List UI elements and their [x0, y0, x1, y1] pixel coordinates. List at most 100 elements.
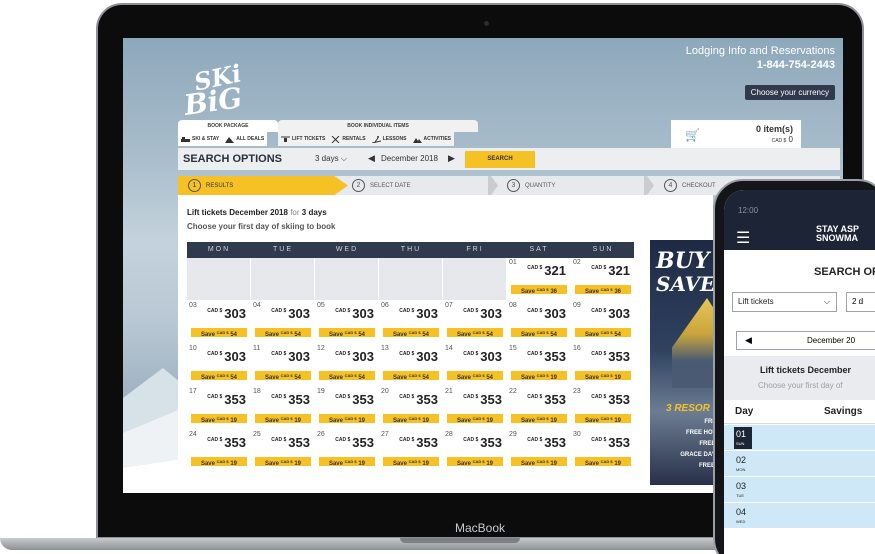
savings-badge: Save CAD $ 19	[511, 414, 567, 424]
days-value: 3 days	[315, 154, 339, 163]
hamburger-menu-icon[interactable]: ☰	[736, 228, 750, 248]
tab-all-deals[interactable]: ALL DEALS	[222, 132, 268, 146]
tab-lift-tickets[interactable]: LIFT TICKETS	[278, 132, 329, 146]
calendar-day-cell[interactable]: 28 CAD $353 Save CAD $ 19	[443, 430, 507, 473]
day-price: CAD $353	[591, 392, 630, 407]
tab-rentals[interactable]: RENTALS	[328, 132, 369, 146]
calendar-day-cell[interactable]: 24 CAD $353 Save CAD $ 19	[187, 430, 251, 473]
search-button[interactable]: SEARCH	[465, 151, 535, 168]
price-currency: CAD $	[335, 437, 351, 443]
save-amount: 54	[614, 332, 622, 338]
cart-amount: 0	[788, 135, 793, 144]
calendar-day-cell[interactable]: 21 CAD $353 Save CAD $ 19	[443, 387, 507, 430]
save-currency: CAD $	[600, 330, 613, 335]
next-month-arrow[interactable]: ▶	[448, 153, 455, 164]
save-currency: CAD $	[600, 373, 613, 378]
calendar-day-cell[interactable]: 02 CAD $321 Save CAD $ 36	[571, 258, 635, 301]
save-label: Save	[264, 461, 279, 467]
price-currency: CAD $	[335, 351, 351, 357]
calendar-day-cell[interactable]: 18 CAD $353 Save CAD $ 19	[251, 387, 315, 430]
calendar-day-cell[interactable]: 19 CAD $353 Save CAD $ 19	[315, 387, 379, 430]
tab-activities[interactable]: ACTIVITIES	[409, 132, 455, 146]
calendar-day-cell[interactable]: 14 CAD $303 Save CAD $ 54	[443, 344, 507, 387]
phone-number[interactable]: 1-844-754-2443	[686, 58, 835, 72]
calendar-day-cell[interactable]: 04 CAD $303 Save CAD $ 54	[251, 301, 315, 344]
calendar-day-cell[interactable]: 08 CAD $303 Save CAD $ 54	[507, 301, 571, 344]
save-label: Save	[200, 418, 215, 424]
day-price: CAD $353	[463, 435, 502, 450]
save-currency: CAD $	[344, 330, 357, 335]
weekday-label: MON	[207, 246, 231, 253]
phone-day-row[interactable]: 03 TUE	[724, 477, 875, 503]
lodging-info[interactable]: Lodging Info and Reservations 1-844-754-…	[686, 44, 835, 72]
day-number: 29	[509, 431, 517, 438]
price-currency: CAD $	[207, 308, 223, 314]
calendar-day-cell[interactable]: 15 CAD $353 Save CAD $ 19	[507, 344, 571, 387]
calendar-day-cell[interactable]: 20 CAD $353 Save CAD $ 19	[379, 387, 443, 430]
calendar-day-cell[interactable]: 27 CAD $353 Save CAD $ 19	[379, 430, 443, 473]
phone-brand-logo[interactable]: STAY ASP SNOWMA	[816, 225, 859, 243]
save-label: Save	[200, 375, 215, 381]
save-currency: CAD $	[600, 416, 613, 421]
calendar-day-cell[interactable]: 16 CAD $353 Save CAD $ 19	[571, 344, 635, 387]
phone-day-row[interactable]: 04 WED	[724, 503, 875, 529]
calendar-day-cell[interactable]: 06 CAD $303 Save CAD $ 54	[379, 301, 443, 344]
day-number: 03	[189, 302, 197, 309]
savings-badge: Save CAD $ 19	[447, 414, 503, 424]
calendar-day-cell[interactable]: 11 CAD $303 Save CAD $ 54	[251, 344, 315, 387]
savings-badge: Save CAD $ 54	[191, 328, 247, 338]
tab-label: ACTIVITIES	[423, 136, 452, 142]
product-select[interactable]: Lift tickets ⌵	[732, 292, 837, 312]
calendar-day-cell[interactable]: 05 CAD $303 Save CAD $ 54	[315, 301, 379, 344]
chevron-down-icon: ⌵	[823, 297, 830, 306]
calendar-day-cell[interactable]: 12 CAD $303 Save CAD $ 54	[315, 344, 379, 387]
day-price: CAD $353	[591, 435, 630, 450]
calendar-day-cell[interactable]: 30 CAD $353 Save CAD $ 19	[571, 430, 635, 473]
save-amount: 36	[550, 289, 558, 295]
day-price: CAD $303	[399, 306, 438, 321]
calendar-day-cell[interactable]: 13 CAD $303 Save CAD $ 54	[379, 344, 443, 387]
day-price: CAD $303	[207, 349, 246, 364]
save-currency: CAD $	[216, 373, 229, 378]
calendar-day-cell[interactable]: 17 CAD $353 Save CAD $ 19	[187, 387, 251, 430]
save-currency: CAD $	[536, 330, 549, 335]
currency-button[interactable]: Choose your currency	[744, 85, 835, 100]
save-label: Save	[456, 418, 471, 424]
calendar-day-cell[interactable]: 23 CAD $353 Save CAD $ 19	[571, 387, 635, 430]
cart-summary[interactable]: 🛒 0 item(s) CAD $ 0	[671, 120, 801, 148]
price-amount: 353	[544, 435, 566, 450]
day-number: 19	[317, 388, 325, 395]
calendar-day-cell[interactable]: 22 CAD $353 Save CAD $ 19	[507, 387, 571, 430]
ski-big-logo[interactable]: SKi BiG	[178, 58, 258, 123]
save-label: Save	[584, 289, 599, 295]
calendar-day-cell[interactable]: 25 CAD $353 Save CAD $ 19	[251, 430, 315, 473]
calendar-day-cell[interactable]: 26 CAD $353 Save CAD $ 19	[315, 430, 379, 473]
price-currency: CAD $	[399, 394, 415, 400]
day-price: CAD $353	[527, 349, 566, 364]
prev-month-arrow[interactable]: ◀	[745, 332, 752, 349]
phone-weekday: TUE	[736, 493, 744, 498]
price-amount: 303	[288, 306, 310, 321]
calendar-day-cell[interactable]: 29 CAD $353 Save CAD $ 19	[507, 430, 571, 473]
calendar-day-cell[interactable]: 07 CAD $303 Save CAD $ 54	[443, 301, 507, 344]
calendar-day-cell[interactable]: 01 CAD $321 Save CAD $ 36	[507, 258, 571, 301]
tab-ski-stay[interactable]: SKI & STAY	[178, 132, 223, 146]
phone-day-row[interactable]: 02 MON	[724, 451, 875, 477]
days-select[interactable]: 3 days ⌵	[315, 154, 347, 164]
price-currency: CAD $	[527, 394, 543, 400]
phone-day-row[interactable]: 01 SUN	[724, 425, 875, 451]
calendar-day-cell[interactable]: 09 CAD $303 Save CAD $ 54	[571, 301, 635, 344]
save-amount: 19	[422, 418, 430, 424]
prev-month-arrow[interactable]: ◀	[368, 153, 375, 164]
day-number: 25	[253, 431, 261, 438]
calendar-day-cell[interactable]: 03 CAD $303 Save CAD $ 54	[187, 301, 251, 344]
save-currency: CAD $	[536, 459, 549, 464]
price-amount: 303	[544, 306, 566, 321]
save-amount: 54	[358, 332, 366, 338]
calendar-day-cell[interactable]: 10 CAD $303 Save CAD $ 54	[187, 344, 251, 387]
laptop-notch	[400, 538, 520, 543]
price-amount: 303	[416, 349, 438, 364]
tab-lessons[interactable]: LESSONS	[368, 132, 410, 146]
phone-days-select[interactable]: 2 d	[846, 292, 875, 312]
savings-badge: Save CAD $ 19	[575, 371, 631, 381]
